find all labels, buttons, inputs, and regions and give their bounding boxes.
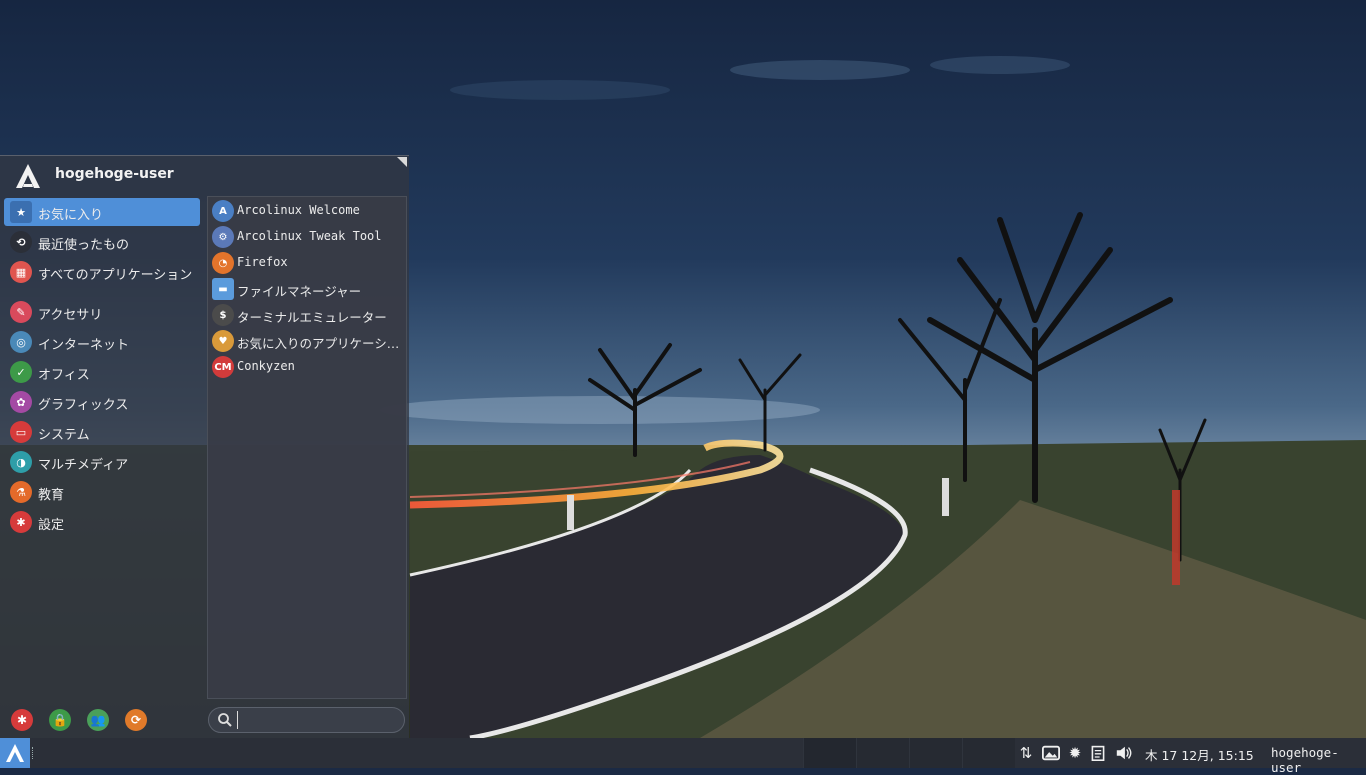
- firefox-icon: ◔: [212, 252, 234, 274]
- menu-username: hogehoge-user: [55, 166, 174, 182]
- category-favorites[interactable]: ★ お気に入り: [4, 198, 200, 226]
- workspace-3[interactable]: [909, 738, 962, 768]
- conkyzen-icon: CM: [212, 356, 234, 378]
- favorite-apps-icon: ♥: [212, 330, 234, 352]
- app-label: Conkyzen: [237, 359, 295, 373]
- search-field[interactable]: [208, 707, 405, 733]
- category-label: お気に入り: [38, 208, 104, 223]
- lock-screen-icon[interactable]: 🔒: [49, 709, 71, 731]
- accessories-icon: ✎: [10, 301, 32, 323]
- category-label: 設定: [38, 518, 65, 533]
- app-item[interactable]: ◔ Firefox: [210, 250, 406, 276]
- app-label: ターミナルエミュレーター: [237, 310, 387, 325]
- category-label: オフィス: [38, 368, 90, 383]
- category-internet[interactable]: ◎ インターネット: [4, 328, 200, 356]
- workspace-1[interactable]: [803, 738, 856, 768]
- bottom-panel: ⇅ ✹ 木 17 12月, 15:15 hogehoge-user: [0, 738, 1366, 775]
- category-office[interactable]: ✓ オフィス: [4, 358, 200, 386]
- graphics-icon: ✿: [10, 391, 32, 413]
- recent-icon: ⟲: [10, 231, 32, 253]
- application-list: A Arcolinux Welcome ⚙ Arcolinux Tweak Tool ◔…: [207, 196, 407, 699]
- app-item[interactable]: ⚙ Arcolinux Tweak Tool: [210, 224, 406, 250]
- category-label: システム: [38, 428, 90, 443]
- category-label: 最近使ったもの: [38, 238, 130, 253]
- category-system[interactable]: ▭ システム: [4, 418, 200, 446]
- workspace-4[interactable]: [962, 738, 1015, 768]
- app-label: Arcolinux Tweak Tool: [237, 229, 382, 243]
- category-label: インターネット: [38, 338, 130, 353]
- system-icon: ▭: [10, 421, 32, 443]
- session-actions: ✱ 🔒 👥 ⟳: [0, 708, 207, 734]
- arcolinux-logo-icon: [6, 744, 24, 762]
- app-item[interactable]: ▬ ファイルマネージャー: [210, 276, 406, 302]
- arcolinux-logo-icon: [16, 164, 40, 188]
- settings-manager-icon[interactable]: ✱: [11, 709, 33, 731]
- panel-separator: [32, 747, 36, 759]
- internet-icon: ◎: [10, 331, 32, 353]
- settings-icon: ✱: [10, 511, 32, 533]
- all-apps-icon: ▦: [10, 261, 32, 283]
- app-item[interactable]: A Arcolinux Welcome: [210, 198, 406, 224]
- network-icon[interactable]: ⇅: [1016, 743, 1036, 763]
- category-label: すべてのアプリケーション: [38, 268, 193, 283]
- category-accessories[interactable]: ✎ アクセサリ: [4, 298, 200, 326]
- workspace-2[interactable]: [856, 738, 909, 768]
- category-label: マルチメディア: [38, 458, 129, 473]
- terminal-icon: $: [212, 304, 234, 326]
- app-item[interactable]: CM Conkyzen: [210, 354, 406, 380]
- whisker-menu-button[interactable]: [0, 738, 30, 768]
- category-label: アクセサリ: [38, 308, 103, 323]
- panel-clock[interactable]: 木 17 12月, 15:15: [1145, 745, 1254, 764]
- category-multimedia[interactable]: ◑ マルチメディア: [4, 448, 200, 476]
- app-item[interactable]: ♥ お気に入りのアプリケーション: [210, 328, 406, 354]
- arcolinux-tweak-tool-icon: ⚙: [212, 226, 234, 248]
- category-label: 教育: [38, 488, 65, 503]
- resize-grip-icon[interactable]: [397, 157, 407, 167]
- search-input[interactable]: [237, 711, 404, 729]
- updates-icon[interactable]: ✹: [1065, 743, 1085, 763]
- search-icon: [218, 713, 232, 727]
- app-item[interactable]: $ ターミナルエミュレーター: [210, 302, 406, 328]
- app-label: Arcolinux Welcome: [237, 203, 360, 217]
- category-label: グラフィックス: [38, 398, 129, 413]
- logout-icon[interactable]: ⟳: [125, 709, 147, 731]
- volume-icon[interactable]: [1114, 743, 1134, 763]
- clipboard-icon[interactable]: [1088, 743, 1108, 763]
- menu-header: hogehoge-user: [0, 156, 409, 196]
- category-settings[interactable]: ✱ 設定: [4, 508, 200, 536]
- screenshot-icon[interactable]: [1041, 743, 1061, 763]
- app-label: ファイルマネージャー: [237, 284, 362, 299]
- multimedia-icon: ◑: [10, 451, 32, 473]
- education-icon: ⚗: [10, 481, 32, 503]
- app-label: お気に入りのアプリケーション: [237, 336, 402, 351]
- favorites-icon: ★: [10, 201, 32, 223]
- category-all-apps[interactable]: ▦ すべてのアプリケーション: [4, 258, 200, 286]
- category-education[interactable]: ⚗ 教育: [4, 478, 200, 506]
- arcolinux-welcome-icon: A: [212, 200, 234, 222]
- app-label: Firefox: [237, 255, 288, 269]
- switch-user-icon[interactable]: 👥: [87, 709, 109, 731]
- category-recent[interactable]: ⟲ 最近使ったもの: [4, 228, 200, 256]
- panel-username[interactable]: hogehoge-user: [1271, 745, 1366, 775]
- office-icon: ✓: [10, 361, 32, 383]
- application-menu: hogehoge-user ★ お気に入り ⟲ 最近使ったもの ▦ すべてのアプリケーショ…: [0, 155, 409, 739]
- file-manager-icon: ▬: [212, 278, 234, 300]
- category-graphics[interactable]: ✿ グラフィックス: [4, 388, 200, 416]
